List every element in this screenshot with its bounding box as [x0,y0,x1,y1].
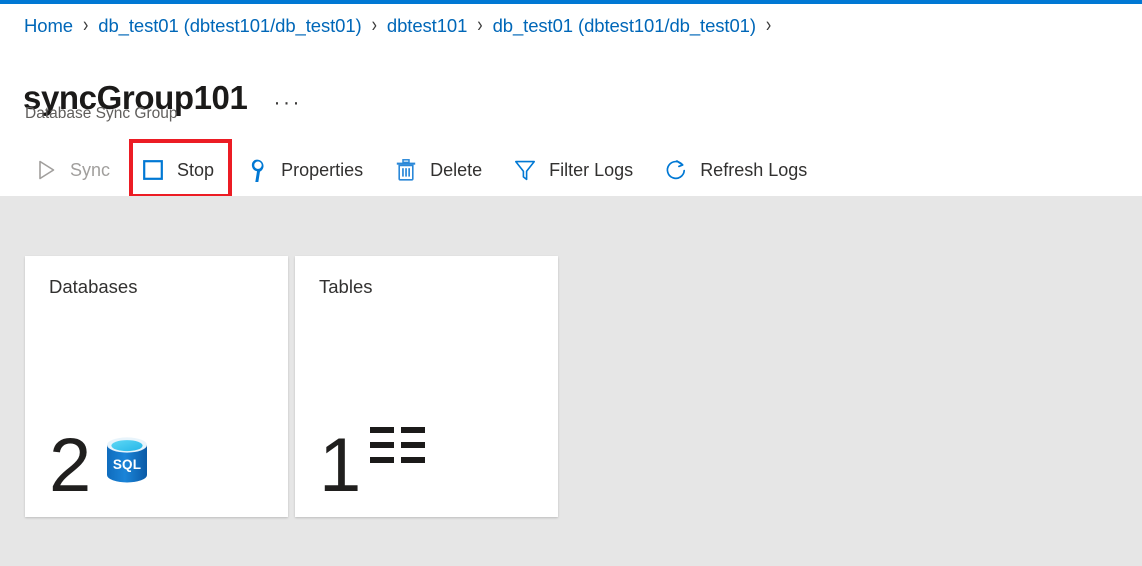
top-accent-bar [0,0,1142,4]
content-canvas: Databases 2 SQL Tables 1 [0,196,1142,566]
sync-button[interactable]: Sync [34,148,122,192]
sync-button-label: Sync [70,160,111,180]
tables-tile[interactable]: Tables 1 [295,256,558,517]
table-grid-icon [370,426,426,473]
refresh-logs-button[interactable]: Refresh Logs [664,148,819,192]
breadcrumb-item-home[interactable]: Home [24,16,73,36]
refresh-icon [664,158,688,182]
page-subtitle: Database Sync Group [25,105,178,122]
breadcrumb-separator-icon: › [477,14,483,38]
breadcrumb-item-db-test01[interactable]: db_test01 (dbtest101/db_test01) [98,16,361,36]
stop-button[interactable]: Stop [141,148,226,192]
breadcrumb-item-dbtest101[interactable]: dbtest101 [387,16,467,36]
breadcrumb: Home › db_test01 (dbtest101/db_test01) ›… [24,14,781,38]
databases-tile-body: 2 SQL [49,422,150,508]
delete-button[interactable]: Delete [394,148,494,192]
breadcrumb-separator-icon: › [82,14,89,38]
breadcrumb-separator-icon: › [765,14,772,38]
filter-logs-button[interactable]: Filter Logs [513,148,645,192]
breadcrumb-item-db-test01-2[interactable]: db_test01 (dbtest101/db_test01) [493,16,756,36]
databases-tile-value: 2 [49,422,91,508]
sql-database-icon: SQL [104,434,150,491]
stop-button-label: Stop [177,160,215,180]
trash-icon [394,158,418,182]
page-header: syncGroup101 ··· [23,58,302,139]
filter-logs-button-label: Filter Logs [549,160,634,180]
more-options-icon[interactable]: ··· [273,92,301,113]
refresh-logs-button-label: Refresh Logs [700,160,808,180]
play-icon [34,158,58,182]
databases-tile-title: Databases [49,276,138,297]
properties-button-label: Properties [281,160,364,180]
databases-tile[interactable]: Databases 2 SQL [25,256,288,517]
stop-icon [141,158,165,182]
command-bar: Sync Stop Properties Delete Filter Logs … [0,145,1142,195]
breadcrumb-separator-icon: › [371,14,377,38]
funnel-icon [513,158,537,182]
delete-button-label: Delete [430,160,483,180]
tables-tile-body: 1 [319,422,426,508]
tile-grid: Databases 2 SQL Tables 1 [25,256,558,517]
properties-button[interactable]: Properties [245,148,375,192]
svg-text:SQL: SQL [113,457,141,472]
wrench-icon [245,158,269,184]
tables-tile-value: 1 [319,422,361,508]
tables-tile-title: Tables [319,276,373,297]
